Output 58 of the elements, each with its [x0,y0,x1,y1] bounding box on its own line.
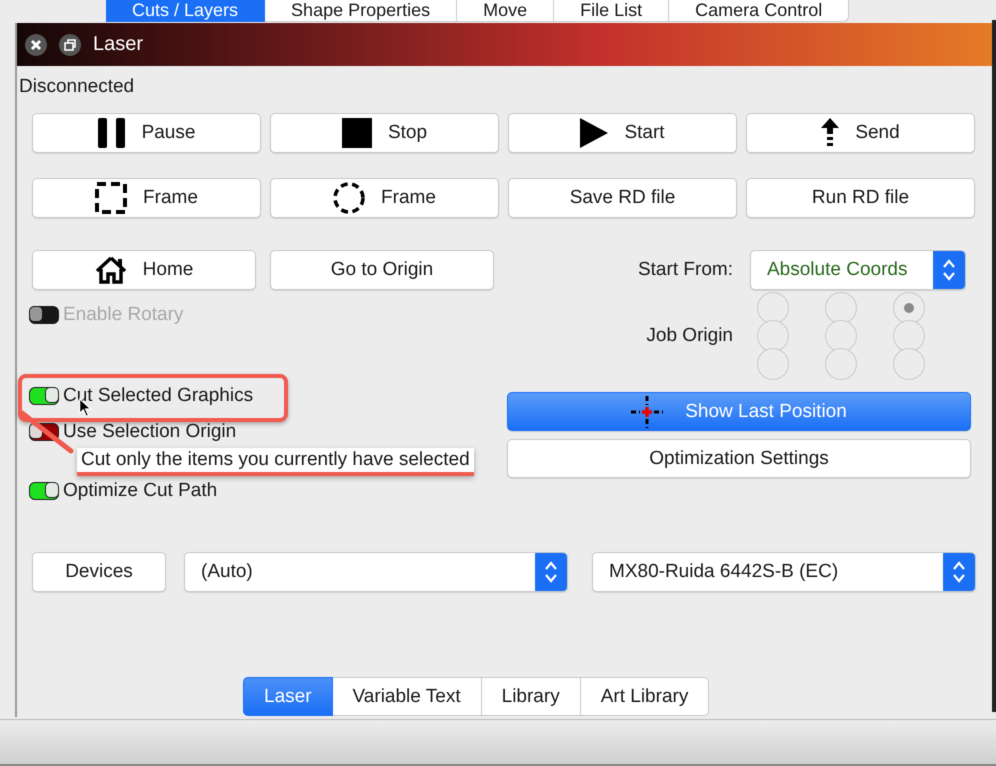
chevron-updown-icon [544,560,558,584]
devices-button[interactable]: Devices [32,552,166,592]
radio-button[interactable] [757,292,789,324]
radio-button[interactable] [825,292,857,324]
action-button[interactable]: Go to Origin [270,250,494,290]
pause-button[interactable]: Pause [32,113,261,153]
tab[interactable]: File List [554,0,670,22]
tab[interactable]: Cuts / Layers [106,0,266,22]
option-label: Optimize Cut Path [63,480,218,502]
restore-icon[interactable] [59,34,81,56]
radio-button[interactable] [757,348,789,380]
crosshair-icon [631,396,664,428]
start-from-dropdown[interactable]: Absolute Coords [750,250,966,290]
tab[interactable]: Variable Text [332,677,482,716]
status-text: Disconnected [19,76,136,99]
play-button[interactable]: Start [508,113,737,153]
circle-frame-button[interactable]: Frame [270,178,499,218]
field-label: Job Origin [646,325,733,347]
stop-button[interactable]: Stop [270,113,499,153]
radio-button[interactable] [825,320,857,352]
tooltip: Cut only the items you currently have selected [77,448,474,476]
tab[interactable]: Art Library [580,677,710,716]
tab[interactable]: Library [482,677,581,716]
toggle-switch[interactable] [29,482,59,500]
field-label: Start From: [638,259,733,281]
radio-button[interactable] [825,348,857,380]
pause-icon [98,118,126,148]
radio-button[interactable] [757,320,789,352]
port-dropdown[interactable]: (Auto) [184,552,568,592]
tab[interactable]: Laser [243,677,333,716]
send-button[interactable]: Send [746,113,975,153]
optimization-settings-button[interactable]: Optimization Settings [507,439,971,478]
home-icon [94,256,127,284]
upload-arrow-icon [821,118,840,148]
close-icon[interactable] [25,34,47,56]
option-label: Enable Rotary [63,304,184,326]
action-button[interactable]: Run RD file [746,178,975,218]
tab[interactable]: Camera Control [669,0,850,22]
window-title: Laser [93,33,144,56]
radio-button[interactable] [893,348,925,380]
radio-button[interactable] [893,320,925,352]
radio-button[interactable] [893,292,925,324]
show-last-position-button[interactable]: Show Last Position [507,392,971,431]
option-label: Use Selection Origin [63,421,236,443]
play-icon [580,118,608,148]
tab[interactable]: Shape Properties [265,0,458,22]
chevron-updown-icon [942,258,956,282]
action-button[interactable]: Save RD file [508,178,737,218]
stop-icon [342,118,372,148]
home-button[interactable]: Home [32,250,256,290]
tab[interactable]: Move [457,0,554,22]
dashed-square-icon [95,182,128,214]
dashed-circle-icon [333,182,366,214]
chevron-updown-icon [952,560,966,584]
option-label: Cut Selected Graphics [63,385,254,407]
frame-button[interactable]: Frame [32,178,261,218]
toggle-switch[interactable] [29,387,59,405]
device-dropdown[interactable]: MX80-Ruida 6442S-B (EC) [592,552,976,592]
